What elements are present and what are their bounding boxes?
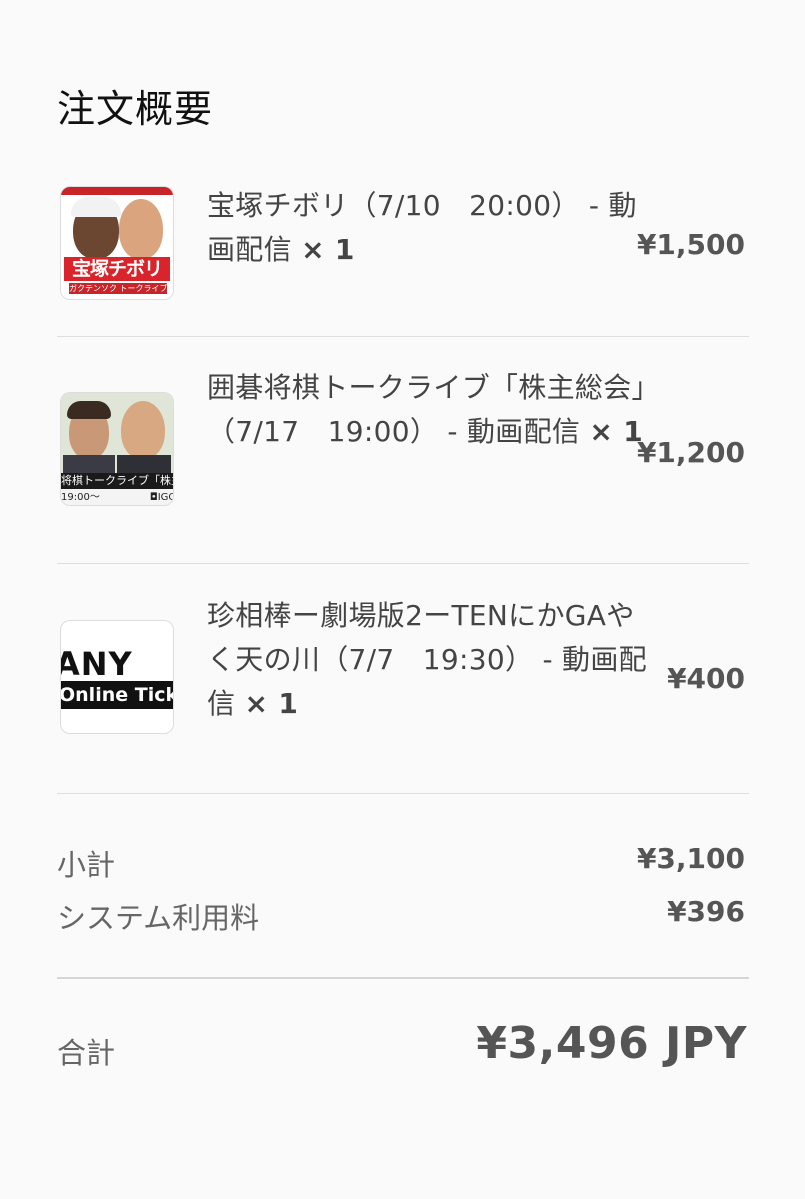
item-quantity: × 1 <box>301 233 355 266</box>
item-thumbnail: 将棋トークライブ「株主総 19:00〜 ◘IGO <box>60 392 174 506</box>
subtotal-label: 小計 <box>57 848 116 882</box>
item-title: 囲碁将棋トークライブ「株主総会」（7/17 19:00） - 動画配信 × 1 <box>207 371 646 448</box>
item-quantity: × 1 <box>244 687 299 720</box>
item-price: ¥1,200 <box>636 436 745 469</box>
thumbnail-title: 将棋トークライブ「株主総 <box>61 473 173 489</box>
item-quantity: × 1 <box>589 415 643 448</box>
thumbnail-title: 宝塚チボリ <box>64 257 170 281</box>
order-item: 将棋トークライブ「株主総 19:00〜 ◘IGO 囲碁将棋トークライブ「株主総会… <box>57 371 749 510</box>
divider <box>57 336 749 337</box>
order-item: 宝塚チボリ ガクテンソク トークライブ 宝塚チボリ（7/10 20:00） - … <box>57 186 749 304</box>
divider <box>57 793 749 794</box>
subtotal-row: 小計 ¥3,100 <box>57 842 749 882</box>
thumbnail-logo-text: ANY <box>60 645 133 683</box>
thumbnail-footer: 19:00〜 ◘IGO <box>61 489 173 505</box>
item-thumbnail: 宝塚チボリ ガクテンソク トークライブ <box>60 186 174 300</box>
fee-row: システム利用料 ¥396 <box>57 895 749 935</box>
item-thumbnail: ANY Online Ticket <box>60 620 174 734</box>
total-value: ¥3,496 JPY <box>476 1018 747 1069</box>
divider <box>57 563 749 564</box>
fee-value: ¥396 <box>667 895 745 928</box>
item-price: ¥400 <box>667 662 745 695</box>
subtotal-value: ¥3,100 <box>636 842 745 875</box>
item-price: ¥1,500 <box>636 228 745 261</box>
item-title: 珍相棒ー劇場版2ーTENにかGAやく天の川（7/7 19:30） - 動画配信 … <box>207 599 647 720</box>
order-summary-heading: 注文概要 <box>57 87 214 131</box>
item-title: 宝塚チボリ（7/10 20:00） - 動画配信 × 1 <box>207 189 637 266</box>
thumbnail-subtitle: ガクテンソク トークライブ <box>69 283 167 294</box>
thumbnail-band-text: Online Ticket <box>61 681 173 709</box>
order-item: ANY Online Ticket 珍相棒ー劇場版2ーTENにかGAやく天の川（… <box>57 599 749 738</box>
fee-label: システム利用料 <box>57 901 260 935</box>
divider <box>57 977 749 979</box>
total-label: 合計 <box>57 1036 116 1070</box>
